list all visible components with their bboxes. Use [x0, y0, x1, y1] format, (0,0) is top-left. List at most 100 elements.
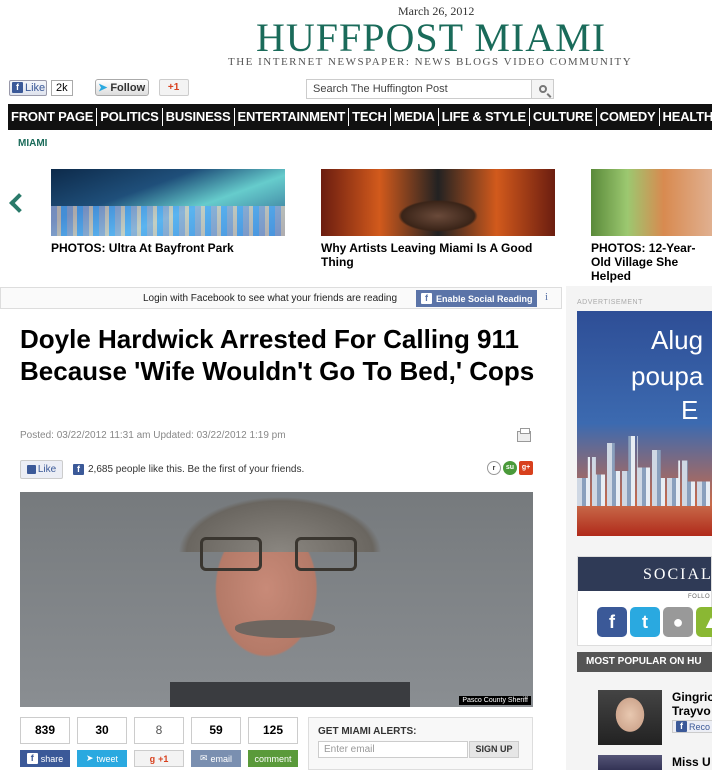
apple-icon[interactable]: ● [663, 607, 693, 637]
share-count-comments: 125 comment [248, 717, 298, 767]
twitter-icon[interactable]: t [630, 607, 660, 637]
facebook-icon: f [676, 721, 687, 732]
google-plus-icon[interactable]: g+ [519, 461, 533, 475]
facebook-icon: f [26, 753, 38, 764]
nav-comedy[interactable]: COMEDY [597, 108, 660, 126]
photo-mustache [235, 620, 335, 638]
facebook-social-reading-bar: Login with Facebook to see what your fri… [0, 287, 562, 309]
android-icon[interactable]: ▲ [696, 607, 712, 637]
print-icon[interactable] [517, 428, 531, 442]
popular-thumbnail[interactable] [598, 690, 662, 745]
nav-life-style[interactable]: LIFE & STYLE [439, 108, 530, 126]
photo-credit: Pasco County Sheriff [459, 696, 531, 705]
popular-thumbnail[interactable] [598, 755, 662, 770]
photo-shirt [170, 682, 410, 707]
facebook-like-button[interactable]: f Like [9, 79, 47, 96]
share-count-gplus: 8 g +1 [134, 717, 184, 767]
enable-social-reading-label: Enable Social Reading [436, 293, 533, 304]
social-reading-text[interactable]: Login with Facebook to see what your fri… [143, 293, 397, 304]
glasses-lens [295, 537, 357, 571]
site-logo[interactable]: HUFFPOST MIAMI [256, 14, 606, 61]
nav-entertainment[interactable]: ENTERTAINMENT [235, 108, 350, 126]
social-box: SOCIAL FOLLO f t ● ▲ [577, 556, 712, 646]
carousel-caption[interactable]: PHOTOS: Ultra At Bayfront Park [51, 241, 285, 255]
glasses-lens [200, 537, 262, 571]
social-top-bar: f Like 2k ➤ Follow +1 [9, 79, 189, 96]
alerts-title: GET MIAMI ALERTS: [318, 726, 417, 737]
alerts-signup-button[interactable]: SIGN UP [469, 741, 519, 758]
section-label[interactable]: MIAMI [18, 138, 47, 149]
google-plus-share-button[interactable]: g +1 [134, 750, 184, 767]
popular-title[interactable]: Gingric Trayvo [672, 690, 712, 718]
share-count-email: 59 ✉ email [191, 717, 241, 767]
popular-title[interactable]: Miss U [672, 755, 711, 769]
share-icons: r su g+ [487, 461, 533, 475]
follow-label: FOLLO [688, 594, 711, 600]
carousel-caption[interactable]: PHOTOS: 12-Year-Old Village She Helped [591, 241, 712, 283]
alerts-email-input[interactable]: Enter email [318, 741, 468, 758]
comment-label: comment [254, 753, 292, 764]
photo-glasses [200, 537, 370, 573]
carousel-image[interactable] [591, 169, 712, 236]
comment-button[interactable]: comment [248, 750, 298, 767]
enable-social-reading-button[interactable]: f Enable Social Reading [416, 290, 537, 307]
facebook-icon[interactable]: f [597, 607, 627, 637]
facebook-icon: f [73, 464, 84, 475]
twitter-follow-button[interactable]: ➤ Follow [94, 79, 149, 96]
facebook-like-count: 2k [51, 79, 73, 96]
nav-business[interactable]: BUSINESS [163, 108, 235, 126]
tweet-label: tweet [96, 753, 119, 764]
share-count-number: 8 [134, 717, 184, 744]
recommend-label: Reco [689, 721, 711, 732]
facebook-like-label: Like [25, 81, 46, 94]
email-share-button[interactable]: ✉ email [191, 750, 241, 767]
facebook-icon: f [12, 82, 23, 93]
carousel-slide[interactable]: PHOTOS: Ultra At Bayfront Park [51, 169, 285, 255]
advertisement[interactable]: Alug poupa E [577, 311, 712, 536]
ad-text-line: Alug [651, 325, 704, 355]
social-title: SOCIAL [578, 557, 711, 591]
reddit-icon[interactable]: r [487, 461, 501, 475]
carousel-prev-arrow-icon[interactable] [10, 192, 24, 212]
share-count-number: 839 [20, 717, 70, 744]
social-icons: f t ● ▲ [597, 607, 712, 637]
google-plus-button[interactable]: +1 [158, 79, 189, 96]
nav-tech[interactable]: TECH [349, 108, 391, 126]
advertisement-label: ADVERTISEMENT [577, 299, 643, 306]
facebook-share-button[interactable]: f share [20, 750, 70, 767]
ad-skyline-image [577, 436, 712, 506]
share-count-number: 59 [191, 717, 241, 744]
carousel-image[interactable] [321, 169, 555, 236]
carousel-caption[interactable]: Why Artists Leaving Miami Is A Good Thin… [321, 241, 555, 269]
article-headline: Doyle Hardwick Arrested For Calling 911 … [20, 324, 535, 386]
carousel-slide[interactable]: Why Artists Leaving Miami Is A Good Thin… [321, 169, 555, 269]
article-like-label: Like [37, 464, 57, 475]
carousel-slide[interactable]: PHOTOS: 12-Year-Old Village She Helped [591, 169, 712, 283]
most-popular-header: MOST POPULAR ON HU [577, 652, 712, 672]
info-icon[interactable]: i [545, 291, 548, 303]
thumbs-up-icon [26, 465, 36, 474]
share-counts: 839 f share 30 ➤ tweet 8 g +1 59 ✉ email… [20, 717, 298, 767]
article-photo: Pasco County Sheriff [20, 492, 533, 707]
recommend-button[interactable]: f Reco [672, 720, 712, 733]
stumbleupon-icon[interactable]: su [503, 461, 517, 475]
nav-healthy-living[interactable]: HEALTHY LIVING [660, 108, 712, 126]
share-count-number: 125 [248, 717, 298, 744]
miami-alerts-box: GET MIAMI ALERTS: Enter email SIGN UP [308, 717, 533, 770]
nav-front-page[interactable]: FRONT PAGE [8, 108, 98, 126]
carousel-image[interactable] [51, 169, 285, 236]
email-label: email [210, 753, 233, 764]
search-button[interactable] [532, 79, 554, 99]
site-tagline: THE INTERNET NEWSPAPER: NEWS BLOGS VIDEO… [228, 56, 633, 68]
nav-media[interactable]: MEDIA [391, 108, 439, 126]
ad-text-line: poupa [631, 361, 704, 391]
nav-culture[interactable]: CULTURE [530, 108, 597, 126]
search-input[interactable]: Search The Huffington Post [306, 79, 532, 99]
tweet-button[interactable]: ➤ tweet [77, 750, 127, 767]
article-like-row: Like f 2,685 people like this. Be the fi… [20, 460, 533, 482]
share-label: share [40, 753, 64, 764]
twitter-bird-icon: ➤ [85, 753, 94, 763]
share-count-twitter: 30 ➤ tweet [77, 717, 127, 767]
nav-politics[interactable]: POLITICS [97, 108, 163, 126]
article-like-button[interactable]: Like [20, 460, 63, 479]
